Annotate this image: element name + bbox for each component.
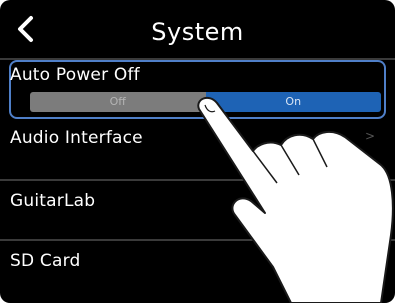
menu-item-label: GuitarLab xyxy=(10,191,96,211)
menu-item-label: Auto Power Off xyxy=(10,65,140,85)
menu-item-label: SD Card xyxy=(10,251,81,271)
pointing-hand-icon xyxy=(197,96,394,303)
header: System xyxy=(0,0,395,56)
device-screen: System Auto Power Off Off On Audio Inter… xyxy=(0,0,395,303)
menu-item-label: Audio Interface xyxy=(10,128,143,148)
page-title: System xyxy=(151,18,244,46)
toggle-off-option[interactable]: Off xyxy=(30,92,206,112)
